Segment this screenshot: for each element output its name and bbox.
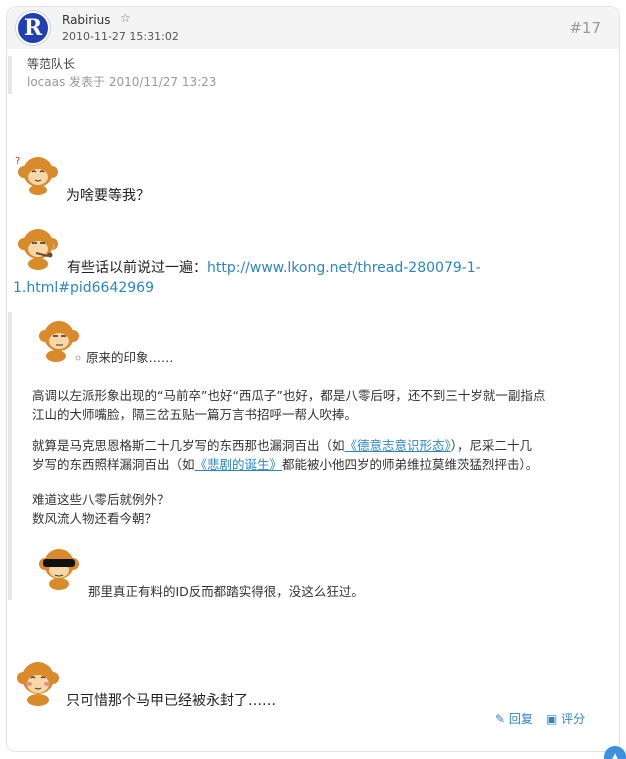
quote-p1-line2: 江山的大师嘴脸，隔三岔五贴一篇万言书招呼一帮人吹捧。: [32, 407, 358, 422]
scroll-top-button[interactable]: ▲: [604, 746, 626, 759]
quote-p3-line1: 难道这些八零后就例外？: [32, 492, 170, 507]
body-line-2-text: 有些话以前说过一遍：: [67, 260, 207, 276]
quote-p2-text-a: 就算是马克思恩格斯二十几岁写的东西那也漏洞百出（如: [32, 438, 345, 453]
thread-link-continued[interactable]: 1.html#pid6642969: [13, 280, 154, 296]
body-last-line: 只可惜那个马甲已经被永封了……: [66, 693, 276, 709]
quote-outro: 那里真正有料的ID反而都踏实得很，没这么狂过。: [88, 584, 364, 599]
thread-link[interactable]: http://www.lkong.net/thread-280079-1-: [207, 260, 481, 276]
quote-intro: 原来的印象……: [86, 350, 174, 365]
quoted-reply: 等范队长 locaas 发表于 2010/11/27 13:23: [8, 56, 218, 94]
quote-paragraph-2: 就算是马克思恩格斯二十几岁写的东西那也漏洞百出（如《德意志意识形态》），尼采二十…: [32, 436, 606, 474]
quote-block: 原来的印象…… 高调以左派形象出现的“马前卒”也好“西瓜子”也好，都是八零后呀，…: [8, 312, 604, 600]
body-line-1: 为啥要等我？: [66, 188, 150, 204]
quote-p2-text-b: ），尼采二十几: [450, 438, 533, 453]
book-link-german-ideology[interactable]: 《德意志意识形态》: [345, 438, 451, 453]
star-icon[interactable]: ☆: [120, 11, 131, 25]
rate-button[interactable]: ▣ 评分: [546, 710, 585, 727]
svg-text:?: ?: [15, 156, 20, 167]
monkey-emoticon-icon: ?: [15, 156, 58, 195]
floor-number[interactable]: #17: [569, 19, 601, 37]
quote-paragraph-1: 高调以左派形象出现的“马前卒”也好“西瓜子”也好，都是八零后呀，还不到三十岁就一…: [32, 386, 606, 424]
book-link-birth-of-tragedy[interactable]: 《悲剧的诞生》: [195, 457, 283, 472]
reply-label: 回复: [508, 712, 533, 726]
rate-icon: ▣: [546, 712, 558, 726]
reply-button[interactable]: ✎ 回复: [495, 710, 533, 727]
monkey-emoticon-icon: [39, 321, 81, 362]
user-avatar[interactable]: R: [16, 11, 50, 45]
chevron-up-icon: ▲: [610, 750, 620, 759]
monkey-emoticon-icon: [39, 549, 79, 590]
quote-paragraph-3: 难道这些八零后就例外？ 数风流人物还看今朝？: [32, 490, 606, 528]
username[interactable]: Rabirius: [62, 13, 111, 27]
monkey-emoticon-icon: [17, 662, 59, 706]
pencil-icon: ✎: [495, 712, 506, 726]
quote-p2-text-c: 岁写的东西照样漏洞百出（如: [32, 457, 195, 472]
rate-label: 评分: [561, 712, 586, 726]
quote-title: 等范队长: [27, 57, 76, 71]
post-timestamp: 2010-11-27 15:31:02: [62, 30, 179, 43]
post-header: R Rabirius ☆ 2010-11-27 15:31:02 #17: [7, 7, 619, 49]
quote-p3-line2: 数风流人物还看今朝？: [32, 511, 158, 526]
quote-p2-text-d: 都能被小他四岁的师弟维拉莫维茨猛烈抨击）。: [282, 457, 539, 472]
quote-meta: locaas 发表于 2010/11/27 13:23: [27, 75, 217, 89]
quote-p1-line1: 高调以左派形象出现的“马前卒”也好“西瓜子”也好，都是八零后呀，还不到三十岁就一…: [32, 388, 546, 403]
body-line-2: 有些话以前说过一遍：http://www.lkong.net/thread-28…: [13, 258, 603, 298]
